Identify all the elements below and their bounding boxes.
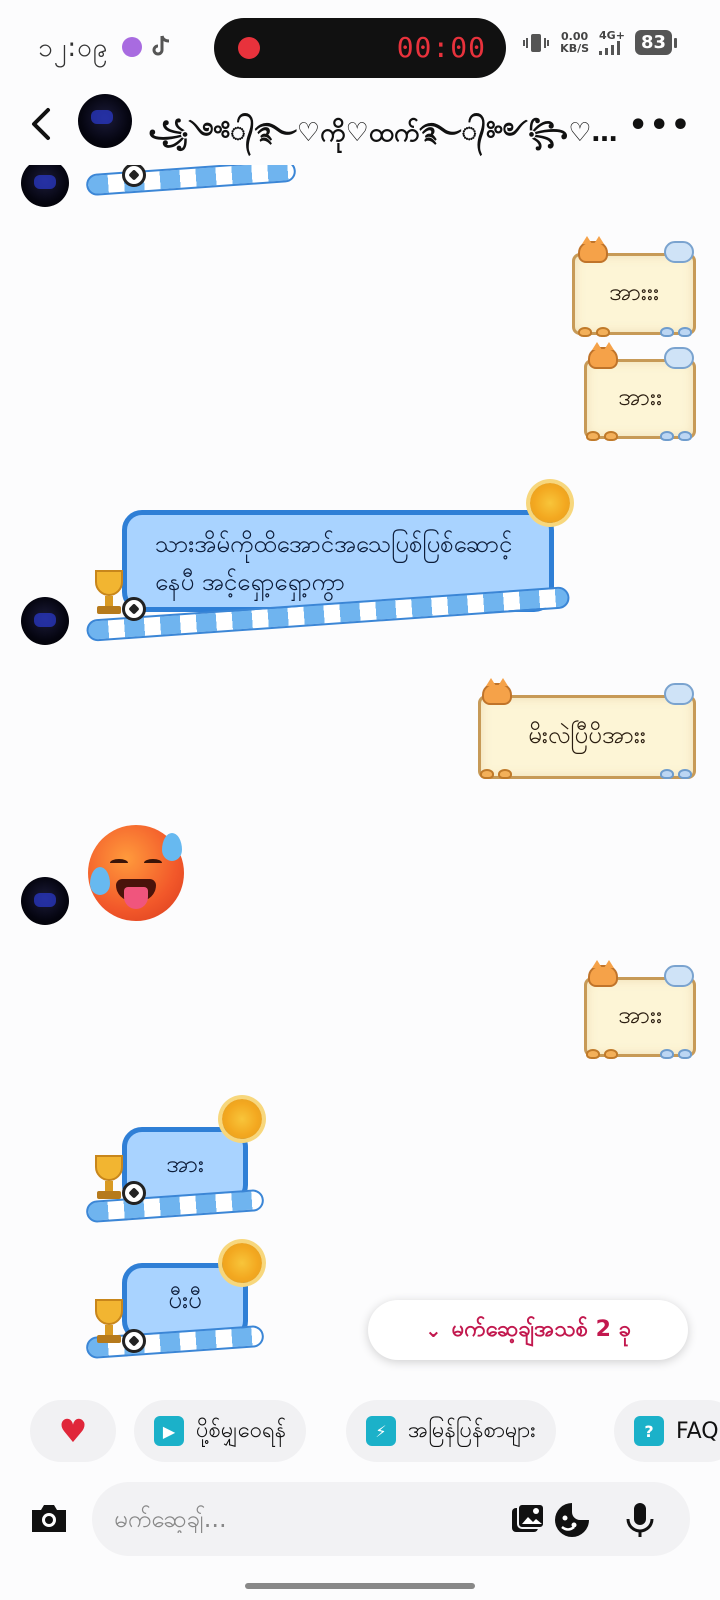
home-indicator[interactable] — [245, 1583, 475, 1589]
message-text: အားးး — [608, 278, 660, 306]
chat-header: ꧁༺᭄࿐♡ကို♡ထက်࿐᭄༻꧂♡Edit♡(... ••• — [0, 92, 720, 172]
paw-icon — [660, 1049, 674, 1059]
dog-sticker-icon — [664, 241, 694, 263]
more-options-icon[interactable]: ••• — [628, 108, 692, 143]
trophy-icon — [92, 570, 126, 616]
trophy-icon — [92, 1155, 126, 1201]
quick-actions-bar[interactable]: ♥ ▶ ပို့စ်မျှဝေရန် ⚡ အမြန်ပြန်စာများ ? F… — [0, 1400, 720, 1464]
faq-label: FAQ — [676, 1418, 719, 1444]
contact-avatar[interactable] — [78, 94, 132, 148]
network-type: 4G+ — [599, 29, 625, 42]
double-chevron-down-icon: ⌄ — [425, 1318, 442, 1342]
message-input-container[interactable] — [92, 1482, 690, 1556]
cat-sticker-icon — [588, 960, 618, 987]
back-arrow-icon[interactable] — [24, 104, 60, 144]
message-text: သားအိမ်ကိုထိအောင်အသေပြစ်ပြစ်ဆောင့်နေပီ အ… — [155, 530, 513, 596]
paw-icon — [678, 431, 692, 441]
share-post-chip[interactable]: ▶ ပို့စ်မျှဝေရန် — [134, 1400, 307, 1462]
message-text: အားး — [617, 383, 663, 411]
gallery-icon[interactable] — [508, 1500, 548, 1540]
faq-chip[interactable]: ? FAQ — [614, 1400, 720, 1462]
message-bubble-outgoing[interactable]: အားး — [584, 977, 696, 1057]
paw-icon — [660, 769, 674, 779]
sender-avatar[interactable] — [21, 165, 69, 207]
message-list[interactable]: အားးး အားး သားအိမ်ကိုထိအောင်အသေပြစ်ပြစ်ဆ… — [0, 165, 720, 1380]
recording-timer: 00:00 — [396, 31, 486, 64]
sun-decoration-icon — [222, 1243, 262, 1283]
paw-icon — [586, 431, 600, 441]
message-input[interactable] — [114, 1505, 454, 1533]
message-bubble-outgoing[interactable]: အားး — [584, 359, 696, 439]
dog-sticker-icon — [664, 965, 694, 987]
share-post-label: ပို့စ်မျှဝေရန် — [196, 1417, 287, 1443]
cat-sticker-icon — [578, 236, 608, 263]
scarf-decoration — [85, 165, 297, 197]
paw-icon — [480, 769, 494, 779]
sticker-icon[interactable] — [552, 1500, 592, 1540]
paw-icon — [578, 327, 592, 337]
message-text: အား — [166, 1150, 204, 1178]
app-notification-icon — [122, 37, 142, 57]
chat-screen: ၁၂:၀၉ 00:00 0.00 KB/S 4G+ 83 ꧁༺᭄࿐♡ကို♡ထက… — [0, 0, 720, 1600]
sun-decoration-icon — [530, 483, 570, 523]
quick-replies-label: အမြန်ပြန်စာများ — [408, 1417, 536, 1443]
screen-recording-pill[interactable]: 00:00 — [214, 18, 506, 78]
network-speed-value: 0.00 — [561, 29, 589, 43]
message-text: အားး — [617, 1001, 663, 1029]
cat-sticker-icon — [482, 678, 512, 705]
message-bubble-outgoing[interactable]: အားးး — [572, 253, 696, 335]
network-speed: 0.00 KB/S — [560, 29, 590, 55]
football-icon — [122, 1329, 146, 1353]
message-bubble-outgoing[interactable]: မိးလဲပြီပိအားး — [478, 695, 696, 779]
message-text: ပီးပီ — [168, 1286, 202, 1314]
paw-icon — [678, 327, 692, 337]
cat-sticker-icon — [588, 342, 618, 369]
sweat-drop-icon — [90, 867, 110, 895]
football-icon — [122, 597, 146, 621]
play-icon: ▶ — [154, 1416, 184, 1446]
dog-sticker-icon — [664, 683, 694, 705]
football-icon — [122, 1181, 146, 1205]
camera-icon[interactable] — [28, 1498, 70, 1538]
vibrate-icon — [523, 33, 550, 52]
signal-group: 4G+ — [599, 30, 625, 55]
sun-decoration-icon — [222, 1099, 262, 1139]
paw-icon — [596, 327, 610, 337]
message-composer — [0, 1480, 720, 1560]
status-indicators: 0.00 KB/S 4G+ 83 — [522, 29, 678, 55]
status-time: ၁၂:၀၉ — [38, 33, 109, 63]
message-text: မိးလဲပြီပိအားး — [528, 721, 646, 749]
microphone-icon[interactable] — [620, 1500, 660, 1540]
paw-icon — [586, 1049, 600, 1059]
dog-sticker-icon — [664, 347, 694, 369]
battery-level: 83 — [634, 30, 678, 55]
new-messages-label: မက်ဆေ့ချ်အသစ် 2 ခု — [451, 1316, 631, 1342]
question-icon: ? — [634, 1416, 664, 1446]
heart-react-button[interactable]: ♥ — [30, 1400, 116, 1462]
paw-icon — [498, 769, 512, 779]
quick-replies-chip[interactable]: ⚡ အမြန်ပြန်စာများ — [346, 1400, 556, 1462]
network-speed-unit: KB/S — [560, 41, 590, 55]
recording-dot-icon — [238, 37, 260, 59]
paw-icon — [678, 769, 692, 779]
new-messages-button[interactable]: ⌄ မက်ဆေ့ချ်အသစ် 2 ခု — [368, 1300, 688, 1360]
sender-avatar[interactable] — [21, 597, 69, 645]
paw-icon — [678, 1049, 692, 1059]
tiktok-icon — [152, 35, 170, 56]
signal-bars-icon — [599, 41, 621, 55]
trophy-icon — [92, 1299, 126, 1345]
sender-avatar[interactable] — [21, 877, 69, 925]
paw-icon — [604, 1049, 618, 1059]
paw-icon — [660, 327, 674, 337]
lightning-icon: ⚡ — [366, 1416, 396, 1446]
paw-icon — [604, 431, 618, 441]
heart-icon: ♥ — [58, 1412, 88, 1450]
paw-icon — [660, 431, 674, 441]
status-bar: ၁၂:၀၉ 00:00 0.00 KB/S 4G+ 83 — [0, 0, 720, 95]
sweat-drop-icon — [162, 833, 182, 861]
